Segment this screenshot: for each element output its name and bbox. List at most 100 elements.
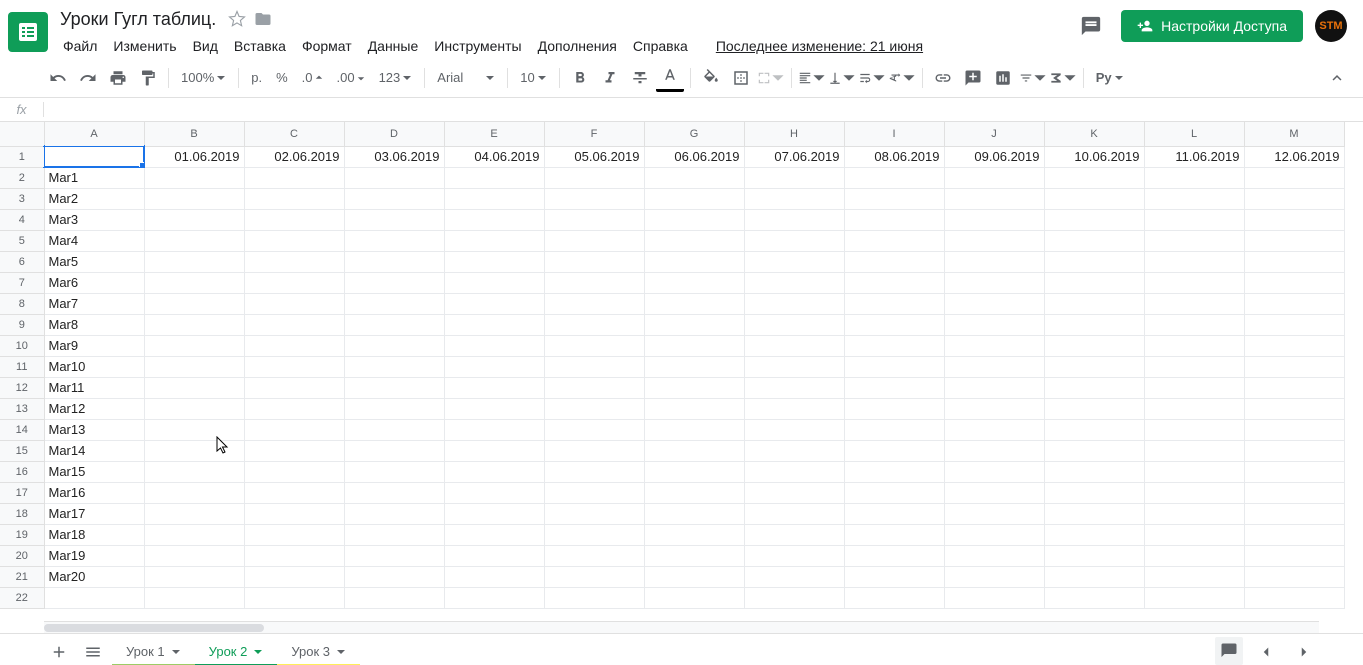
cell-L3[interactable]: [1144, 188, 1244, 209]
cell-L16[interactable]: [1144, 461, 1244, 482]
cell-G6[interactable]: [644, 251, 744, 272]
cell-K15[interactable]: [1044, 440, 1144, 461]
cell-H2[interactable]: [744, 167, 844, 188]
cell-B6[interactable]: [144, 251, 244, 272]
cell-D6[interactable]: [344, 251, 444, 272]
cell-F3[interactable]: [544, 188, 644, 209]
row-header-22[interactable]: 22: [0, 587, 44, 608]
cell-M5[interactable]: [1244, 230, 1344, 251]
cell-J12[interactable]: [944, 377, 1044, 398]
cell-C7[interactable]: [244, 272, 344, 293]
sheets-logo[interactable]: [8, 12, 48, 52]
cell-L21[interactable]: [1144, 566, 1244, 587]
currency-button[interactable]: р.: [245, 66, 268, 89]
tab-nav-right-icon[interactable]: [1289, 637, 1319, 665]
cell-M19[interactable]: [1244, 524, 1344, 545]
cell-A18[interactable]: Mar17: [44, 503, 144, 524]
cell-F6[interactable]: [544, 251, 644, 272]
collapse-toolbar-icon[interactable]: [1323, 64, 1351, 92]
cell-I7[interactable]: [844, 272, 944, 293]
cell-F19[interactable]: [544, 524, 644, 545]
cell-H8[interactable]: [744, 293, 844, 314]
cell-K5[interactable]: [1044, 230, 1144, 251]
cell-L11[interactable]: [1144, 356, 1244, 377]
cell-A22[interactable]: [44, 587, 144, 608]
cell-K21[interactable]: [1044, 566, 1144, 587]
cell-M9[interactable]: [1244, 314, 1344, 335]
cell-B19[interactable]: [144, 524, 244, 545]
cell-K11[interactable]: [1044, 356, 1144, 377]
cell-L5[interactable]: [1144, 230, 1244, 251]
cell-J16[interactable]: [944, 461, 1044, 482]
cell-K19[interactable]: [1044, 524, 1144, 545]
cell-C9[interactable]: [244, 314, 344, 335]
cell-J5[interactable]: [944, 230, 1044, 251]
cell-C15[interactable]: [244, 440, 344, 461]
font-size-select[interactable]: 10: [514, 66, 552, 89]
horizontal-scrollbar[interactable]: [44, 621, 1319, 633]
percent-button[interactable]: %: [270, 66, 294, 89]
cell-B11[interactable]: [144, 356, 244, 377]
cell-J13[interactable]: [944, 398, 1044, 419]
row-header-10[interactable]: 10: [0, 335, 44, 356]
cell-B17[interactable]: [144, 482, 244, 503]
row-header-20[interactable]: 20: [0, 545, 44, 566]
cell-A13[interactable]: Mar12: [44, 398, 144, 419]
cell-D2[interactable]: [344, 167, 444, 188]
cell-G15[interactable]: [644, 440, 744, 461]
cell-B3[interactable]: [144, 188, 244, 209]
cell-B5[interactable]: [144, 230, 244, 251]
cell-F14[interactable]: [544, 419, 644, 440]
cell-I21[interactable]: [844, 566, 944, 587]
menu-data[interactable]: Данные: [361, 34, 426, 58]
cell-J21[interactable]: [944, 566, 1044, 587]
cell-J7[interactable]: [944, 272, 1044, 293]
cell-H14[interactable]: [744, 419, 844, 440]
cell-I18[interactable]: [844, 503, 944, 524]
cell-H12[interactable]: [744, 377, 844, 398]
cell-B12[interactable]: [144, 377, 244, 398]
cell-D20[interactable]: [344, 545, 444, 566]
cell-D12[interactable]: [344, 377, 444, 398]
cell-E3[interactable]: [444, 188, 544, 209]
cell-L9[interactable]: [1144, 314, 1244, 335]
cell-H5[interactable]: [744, 230, 844, 251]
cell-D4[interactable]: [344, 209, 444, 230]
cell-L1[interactable]: 11.06.2019: [1144, 146, 1244, 167]
row-header-16[interactable]: 16: [0, 461, 44, 482]
cell-E19[interactable]: [444, 524, 544, 545]
select-all-corner[interactable]: [0, 122, 44, 146]
cell-L18[interactable]: [1144, 503, 1244, 524]
cell-F9[interactable]: [544, 314, 644, 335]
row-header-5[interactable]: 5: [0, 230, 44, 251]
cell-K14[interactable]: [1044, 419, 1144, 440]
cell-A9[interactable]: Mar8: [44, 314, 144, 335]
row-header-19[interactable]: 19: [0, 524, 44, 545]
cell-G12[interactable]: [644, 377, 744, 398]
cell-C8[interactable]: [244, 293, 344, 314]
cell-H4[interactable]: [744, 209, 844, 230]
cell-I1[interactable]: 08.06.2019: [844, 146, 944, 167]
cell-L17[interactable]: [1144, 482, 1244, 503]
cell-C14[interactable]: [244, 419, 344, 440]
cell-B18[interactable]: [144, 503, 244, 524]
functions-icon[interactable]: [1049, 64, 1077, 92]
cell-J1[interactable]: 09.06.2019: [944, 146, 1044, 167]
cell-M1[interactable]: 12.06.2019: [1244, 146, 1344, 167]
cell-J4[interactable]: [944, 209, 1044, 230]
merge-cells-icon[interactable]: [757, 64, 785, 92]
text-wrap-icon[interactable]: [858, 64, 886, 92]
row-header-11[interactable]: 11: [0, 356, 44, 377]
cell-B4[interactable]: [144, 209, 244, 230]
cell-C6[interactable]: [244, 251, 344, 272]
folder-icon[interactable]: [254, 10, 272, 28]
cell-B10[interactable]: [144, 335, 244, 356]
cell-K22[interactable]: [1044, 587, 1144, 608]
col-header-M[interactable]: M: [1244, 122, 1344, 146]
col-header-K[interactable]: K: [1044, 122, 1144, 146]
cell-G22[interactable]: [644, 587, 744, 608]
cell-G2[interactable]: [644, 167, 744, 188]
cell-M8[interactable]: [1244, 293, 1344, 314]
cell-A2[interactable]: Mar1: [44, 167, 144, 188]
cell-L15[interactable]: [1144, 440, 1244, 461]
